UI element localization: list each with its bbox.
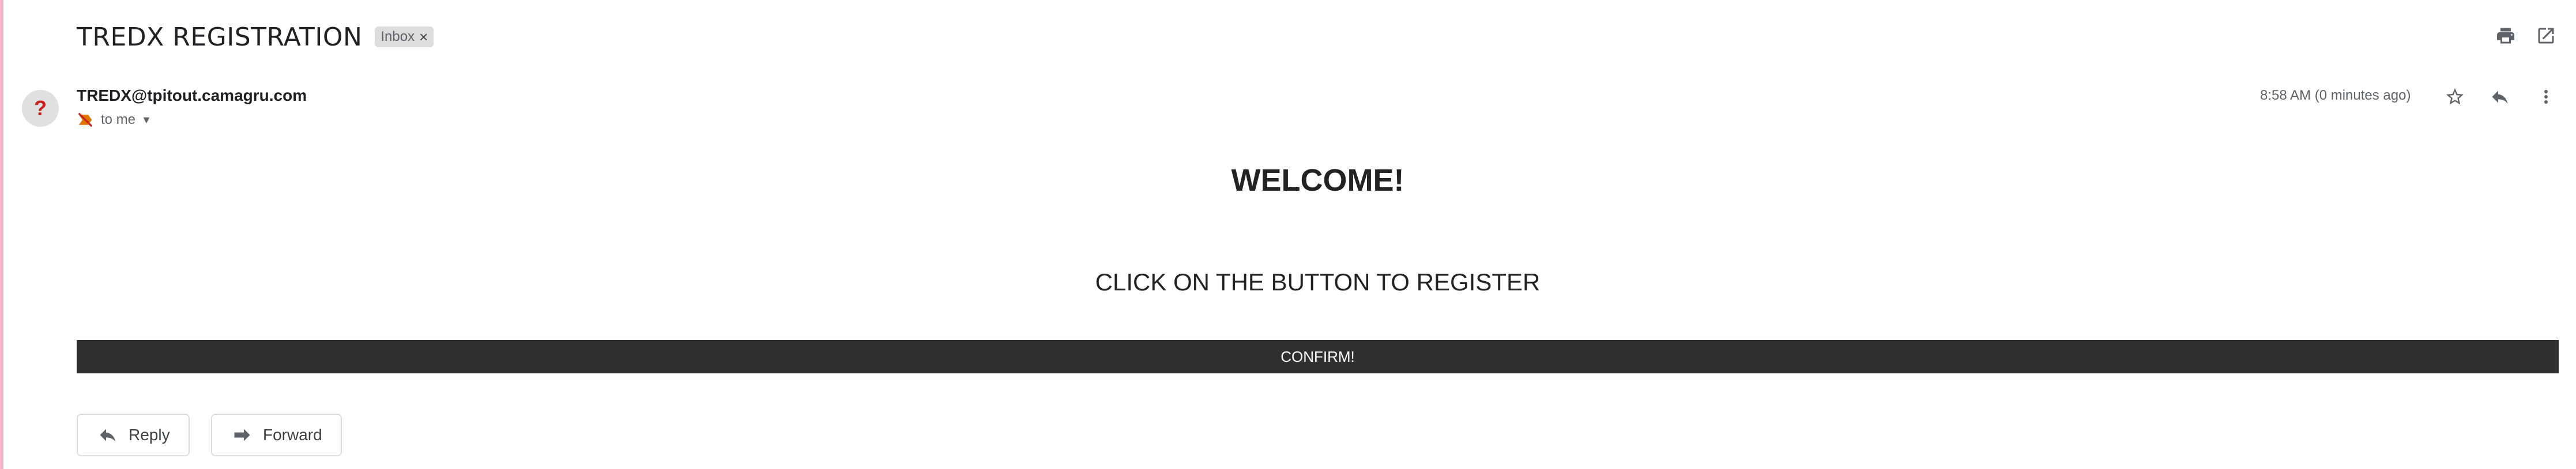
open-in-new-window-button[interactable] [2530, 20, 2562, 52]
chevron-down-icon[interactable]: ▼ [141, 114, 152, 126]
email-timestamp: 8:58 AM (0 minutes ago) [2260, 88, 2411, 103]
reply-icon [2492, 90, 2508, 104]
forward-button-label: Forward [263, 426, 322, 444]
sender-avatar: ? [22, 90, 59, 127]
welcome-heading: WELCOME! [1231, 163, 1404, 198]
inbox-label-chip[interactable]: Inbox × [375, 27, 434, 47]
reply-button-label: Reply [129, 426, 170, 444]
subject-row: TREDX REGISTRATION Inbox × [77, 21, 434, 53]
reply-icon [100, 429, 116, 442]
open-in-new-icon [2538, 28, 2554, 44]
recipient-text: to me [101, 112, 136, 127]
email-subject: TREDX REGISTRATION [77, 22, 363, 52]
register-instruction: CLICK ON THE BUTTON TO REGISTER [1095, 268, 1541, 296]
forward-icon [234, 429, 250, 441]
confirm-button-label: CONFIRM! [1281, 347, 1355, 365]
confirm-button[interactable]: CONFIRM! [77, 340, 2559, 373]
printer-icon [2497, 28, 2514, 44]
star-button[interactable] [2439, 81, 2471, 113]
more-options-button[interactable] [2530, 81, 2562, 113]
left-accent-bar [0, 0, 3, 469]
recipient-row: to me ▼ [77, 111, 152, 129]
sender-address[interactable]: TREDX@tpitout.camagru.com [77, 86, 307, 105]
inbox-label-text: Inbox [381, 29, 415, 44]
print-button[interactable] [2490, 20, 2522, 52]
star-icon [2446, 88, 2464, 105]
reply-icon-button[interactable] [2484, 81, 2516, 113]
forward-button[interactable]: Forward [211, 414, 342, 456]
not-important-icon[interactable] [77, 111, 94, 128]
more-vert-icon [2544, 90, 2548, 104]
reply-button[interactable]: Reply [77, 414, 190, 456]
remove-label-icon[interactable]: × [419, 28, 428, 46]
